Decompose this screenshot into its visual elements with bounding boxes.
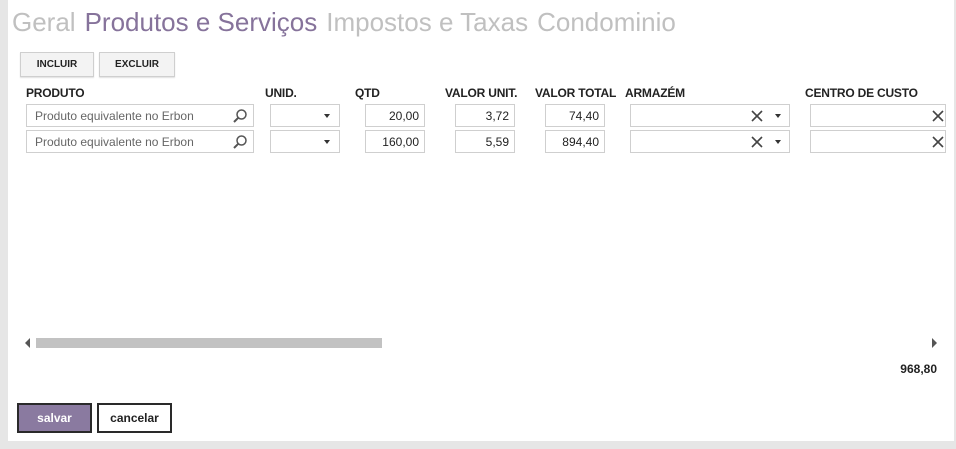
header-produto: PRODUTO bbox=[26, 86, 85, 100]
excluir-button[interactable]: EXCLUIR bbox=[99, 52, 175, 77]
header-centro-custo: CENTRO DE CUSTO bbox=[805, 86, 918, 100]
produto-placeholder: Produto equivalente no Erbon bbox=[35, 109, 194, 123]
tab-geral[interactable]: Geral bbox=[12, 4, 76, 40]
valor-unit-value: 5,59 bbox=[485, 135, 509, 149]
cancel-button[interactable]: cancelar bbox=[97, 403, 172, 433]
scroll-left-arrow[interactable] bbox=[25, 338, 30, 348]
header-valor-unit: VALOR UNIT. bbox=[445, 86, 518, 100]
armazem-select[interactable] bbox=[630, 130, 790, 153]
header-armazem: ARMAZÉM bbox=[625, 86, 685, 100]
header-qtd: QTD bbox=[355, 86, 380, 100]
valor-unit-value: 3,72 bbox=[485, 109, 509, 123]
valor-total-input[interactable]: 74,40 bbox=[545, 104, 605, 127]
armazem-select[interactable] bbox=[630, 104, 790, 127]
produto-input[interactable]: Produto equivalente no Erbon bbox=[26, 104, 254, 127]
header-valor-total: VALOR TOTAL bbox=[535, 86, 617, 100]
tab-bar: Geral Produtos e Serviços Impostos e Taxas… bbox=[12, 4, 685, 40]
tab-impostos-taxas[interactable]: Impostos e Taxas bbox=[326, 4, 528, 40]
qtd-input[interactable]: 20,00 bbox=[365, 104, 425, 127]
chevron-down-icon bbox=[324, 140, 330, 144]
chevron-down-icon bbox=[324, 114, 330, 118]
incluir-button[interactable]: INCLUIR bbox=[20, 52, 94, 77]
clear-icon[interactable] bbox=[932, 136, 944, 148]
qtd-value: 20,00 bbox=[388, 109, 419, 123]
valor-unit-input[interactable]: 5,59 bbox=[455, 130, 515, 153]
clear-icon[interactable] bbox=[751, 110, 763, 122]
produto-input[interactable]: Produto equivalente no Erbon bbox=[26, 130, 254, 153]
valor-total-value: 894,40 bbox=[562, 135, 599, 149]
clear-icon[interactable] bbox=[932, 110, 944, 122]
valor-total-input[interactable]: 894,40 bbox=[545, 130, 605, 153]
valor-unit-input[interactable]: 3,72 bbox=[455, 104, 515, 127]
chevron-down-icon[interactable] bbox=[775, 114, 781, 118]
centro-custo-select[interactable] bbox=[810, 130, 946, 153]
grand-total: 968,80 bbox=[900, 362, 937, 376]
valor-total-value: 74,40 bbox=[568, 109, 599, 123]
qtd-input[interactable]: 160,00 bbox=[365, 130, 425, 153]
chevron-down-icon[interactable] bbox=[775, 140, 781, 144]
scroll-right-arrow[interactable] bbox=[932, 338, 937, 348]
save-button[interactable]: salvar bbox=[17, 403, 92, 433]
header-unid: UNID. bbox=[265, 86, 297, 100]
search-icon[interactable] bbox=[232, 134, 248, 150]
horizontal-scrollbar-thumb[interactable] bbox=[36, 338, 382, 348]
unid-select[interactable] bbox=[270, 104, 340, 127]
produto-placeholder: Produto equivalente no Erbon bbox=[35, 135, 194, 149]
dialog: Geral Produtos e Serviços Impostos e Taxas… bbox=[8, 0, 954, 441]
qtd-value: 160,00 bbox=[382, 135, 419, 149]
centro-custo-select[interactable] bbox=[810, 104, 946, 127]
tab-produtos-servicos[interactable]: Produtos e Serviços bbox=[85, 4, 318, 40]
unid-select[interactable] bbox=[270, 130, 340, 153]
tab-condominio[interactable]: Condominio bbox=[537, 4, 676, 40]
search-icon[interactable] bbox=[232, 108, 248, 124]
clear-icon[interactable] bbox=[751, 136, 763, 148]
